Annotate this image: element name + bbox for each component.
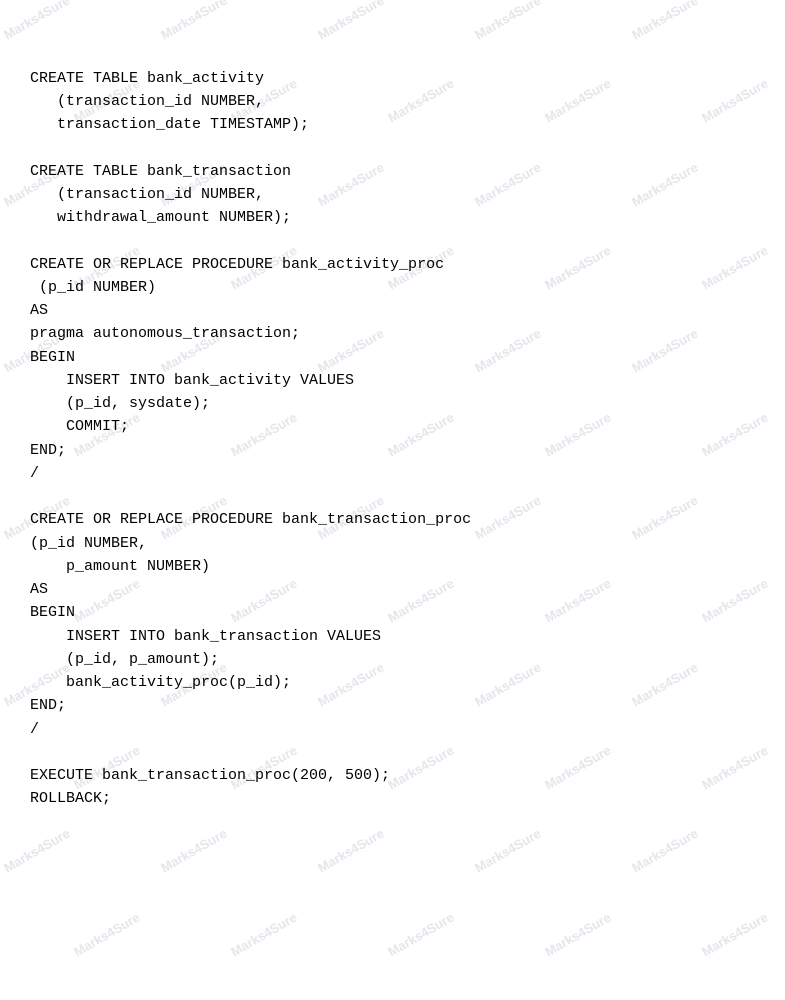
code-line: CREATE OR REPLACE PROCEDURE bank_transac… <box>30 508 755 531</box>
code-line: ROLLBACK; <box>30 787 755 810</box>
code-area: CREATE TABLE bank_activity (transaction_… <box>0 0 785 854</box>
watermark-text: Marks4Sure <box>71 909 142 959</box>
code-line: p_amount NUMBER) <box>30 555 755 578</box>
code-line: AS <box>30 299 755 322</box>
code-line: BEGIN <box>30 601 755 624</box>
code-line: (p_id, p_amount); <box>30 648 755 671</box>
code-line: CREATE TABLE bank_transaction <box>30 160 755 183</box>
code-line: CREATE TABLE bank_activity <box>30 67 755 90</box>
code-line <box>30 741 755 764</box>
code-line: transaction_date TIMESTAMP); <box>30 113 755 136</box>
code-line: / <box>30 718 755 741</box>
code-line: COMMIT; <box>30 415 755 438</box>
code-line: CREATE OR REPLACE PROCEDURE bank_activit… <box>30 253 755 276</box>
code-line: / <box>30 462 755 485</box>
code-line: bank_activity_proc(p_id); <box>30 671 755 694</box>
code-line: END; <box>30 439 755 462</box>
code-line: END; <box>30 694 755 717</box>
code-line: pragma autonomous_transaction; <box>30 322 755 345</box>
watermark-text: Marks4Sure <box>385 909 456 959</box>
code-block: CREATE TABLE bank_activity (transaction_… <box>30 67 755 811</box>
watermark-text: Marks4Sure <box>542 909 613 959</box>
code-line: (transaction_id NUMBER, <box>30 90 755 113</box>
code-line: INSERT INTO bank_transaction VALUES <box>30 625 755 648</box>
code-line: withdrawal_amount NUMBER); <box>30 206 755 229</box>
code-line: BEGIN <box>30 346 755 369</box>
code-line <box>30 136 755 159</box>
code-line: INSERT INTO bank_activity VALUES <box>30 369 755 392</box>
code-line: EXECUTE bank_transaction_proc(200, 500); <box>30 764 755 787</box>
code-line <box>30 229 755 252</box>
code-line: (p_id, sysdate); <box>30 392 755 415</box>
code-line <box>30 485 755 508</box>
watermark-text: Marks4Sure <box>699 909 770 959</box>
code-line: (p_id NUMBER) <box>30 276 755 299</box>
code-line: (p_id NUMBER, <box>30 532 755 555</box>
code-line: AS <box>30 578 755 601</box>
code-line: (transaction_id NUMBER, <box>30 183 755 206</box>
watermark-text: Marks4Sure <box>228 909 299 959</box>
